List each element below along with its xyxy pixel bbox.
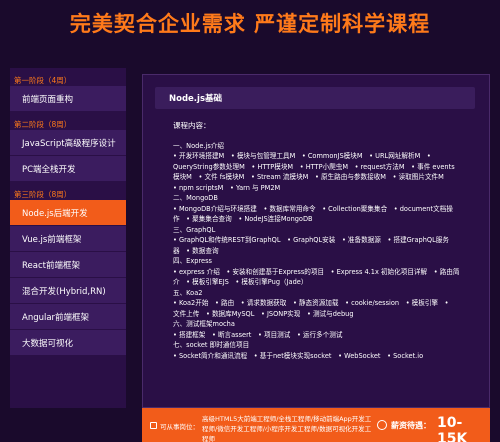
panel-header: Node.js基础 (155, 87, 475, 109)
content-line: QueryString参数处理M • HTTP模块M • HTTP小爬虫M • … (173, 162, 455, 171)
content-label: 课程内容： (173, 121, 211, 130)
stage-label-1: 第一阶段（4周） (14, 76, 72, 85)
sidebar-item-hybrid[interactable]: 混合开发(Hybrid,RN) (10, 278, 126, 304)
sidebar-item-javascript[interactable]: JavaScript高级程序设计 (10, 130, 126, 156)
content-line: 模块M • 文件 fs模块M • Stream 流模块M • 原生路由与参数接收… (173, 173, 444, 181)
content-line: • Socket简介和通讯流程 • 基于net模块实现socket • WebS… (173, 351, 424, 360)
content-line: • GraphQL和传统REST到GraphQL • GraphQL安装 • 准… (173, 236, 449, 244)
page-title: 完美契合企业需求 严谨定制科学课程 (69, 12, 431, 36)
sidebar-item-react[interactable]: React前端框架 (10, 252, 126, 278)
sidebar-item-data-visualization[interactable]: 大数据可视化 (10, 330, 126, 356)
content-line: 器 • 数据查询 (173, 246, 219, 255)
sidebar-item-pc-fullstack[interactable]: PC端全栈开发 (10, 156, 126, 182)
stage-label-3: 第三阶段（8周） (14, 190, 72, 199)
course-content: 课程内容： 一、Node.js介绍 • 开发环境搭建M • 模块与包管理工具M … (173, 121, 478, 361)
content-line: 三、GraphQL (173, 225, 216, 234)
content-line: • 搭建框架 • 断言assert • 项目测试 • 运行多个测试 (173, 330, 343, 339)
content-line: 一、Node.js介绍 (173, 141, 224, 150)
sidebar: 第一阶段（4周） 前端页面重构 第二阶段（8周） JavaScript高级程序设… (10, 68, 126, 408)
job-description: 高级HTML5大前端工程师/全栈工程师/移动前端App开发工程师/微信开发工程师… (202, 415, 372, 442)
content-line: 文件上传 • 数据库MySQL • JSONP实现 • 测试与debug (173, 309, 354, 318)
salary-label: 薪资待遇： (391, 421, 431, 430)
content-line: 五、Koa2 (173, 288, 203, 297)
page: 完美契合企业需求 严谨定制科学课程 第一阶段（4周） 前端页面重构 第二阶段（8… (0, 0, 500, 442)
content-line: • MongoDB介绍与环境搭建 • 数据库常用命令 • Collection聚… (173, 204, 453, 213)
job-label: 可从事岗位： (160, 423, 199, 431)
content-line: 作 • 聚集集合查询 • NodeJS连接MongoDB (173, 215, 313, 223)
panel-heading: Node.js基础 (169, 94, 223, 104)
course-panel: Node.js基础 课程内容： 一、Node.js介绍 • 开发环境搭建M • … (142, 74, 490, 408)
content-line: 介 • 模板引擎EJS • 模板引擎Pug（Jade） (173, 278, 308, 286)
sidebar-item-vue[interactable]: Vue.js前端框架 (10, 226, 126, 252)
content-line: • express 介绍 • 安装和创建基于Express的项目 • Expre… (173, 267, 460, 276)
briefcase-icon (150, 422, 157, 429)
sidebar-item-nodejs[interactable]: Node.js后端开发 (10, 200, 126, 226)
sidebar-item-angular[interactable]: Angular前端框架 (10, 304, 126, 330)
job-info-bar: 可从事岗位： 高级HTML5大前端工程师/全栈工程师/移动前端App开发工程师/… (142, 408, 490, 442)
content-line: • 开发环境搭建M • 模块与包管理工具M • CommonJS模块M • UR… (173, 152, 431, 160)
sidebar-item-frontend-refactor[interactable]: 前端页面重构 (10, 86, 126, 112)
content-line: 七、socket 即时通信项目 (173, 341, 250, 349)
salary-icon (377, 420, 387, 430)
content-line: 二、MongoDB (173, 194, 218, 202)
stage-label-2: 第二阶段（8周） (14, 120, 72, 129)
content-line: • Koa2开始 • 路由 • 请求数据获取 • 静态资源加载 • cookie… (173, 299, 449, 307)
salary-value: 10-15K (437, 415, 468, 442)
content-line: 六、测试框架mocha (173, 320, 235, 328)
content-line: • npm scriptsM • Yarn 与 PM2M (173, 183, 281, 192)
content-line: 四、Express (173, 257, 212, 265)
